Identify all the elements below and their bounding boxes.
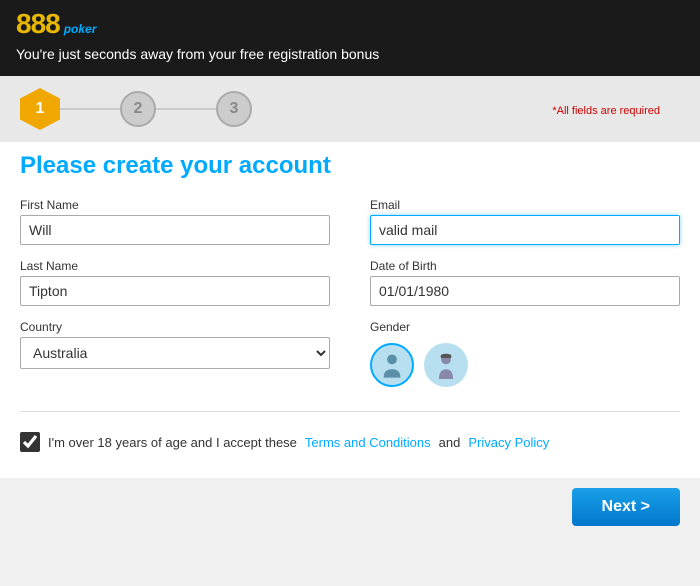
step-1-label: 1	[36, 100, 45, 118]
logo-888: 888	[16, 10, 60, 38]
left-column: First Name Last Name Country Australia U…	[20, 198, 330, 397]
terms-text-before: I'm over 18 years of age and I accept th…	[48, 435, 297, 450]
gender-label: Gender	[370, 320, 680, 334]
step-connector-2	[156, 108, 216, 110]
dob-label: Date of Birth	[370, 259, 680, 273]
header-tagline: You're just seconds away from your free …	[16, 44, 684, 62]
email-group: Email	[370, 198, 680, 245]
first-name-input[interactable]	[20, 215, 330, 245]
divider	[20, 411, 680, 412]
header: 888 poker You're just seconds away from …	[0, 0, 700, 76]
terms-checkbox[interactable]	[20, 432, 40, 452]
gender-group: Gender	[370, 320, 680, 387]
right-column: Email Date of Birth Gender	[370, 198, 680, 397]
step-connector-1	[60, 108, 120, 110]
last-name-group: Last Name	[20, 259, 330, 306]
last-name-input[interactable]	[20, 276, 330, 306]
logo-poker: poker	[64, 22, 97, 36]
last-name-label: Last Name	[20, 259, 330, 273]
gender-row	[370, 343, 680, 387]
privacy-policy-link[interactable]: Privacy Policy	[468, 435, 549, 450]
country-select[interactable]: Australia United States United Kingdom C…	[20, 337, 330, 369]
country-label: Country	[20, 320, 330, 334]
required-note: *All fields are required	[552, 101, 680, 117]
step-1[interactable]: 1	[20, 88, 60, 130]
step-2[interactable]: 2	[120, 91, 156, 127]
next-button[interactable]: Next >	[572, 488, 680, 526]
step-3[interactable]: 3	[216, 91, 252, 127]
logo-area: 888 poker	[16, 10, 684, 38]
gender-female-button[interactable]	[424, 343, 468, 387]
step-2-label: 2	[134, 100, 143, 118]
country-group: Country Australia United States United K…	[20, 320, 330, 369]
terms-text-middle: and	[439, 435, 461, 450]
logo: 888 poker	[16, 10, 96, 38]
step-3-label: 3	[230, 100, 239, 118]
bottom-area: Next >	[0, 478, 700, 536]
email-label: Email	[370, 198, 680, 212]
dob-input[interactable]	[370, 276, 680, 306]
steps-bar: 1 2 3 *All fields are required	[0, 76, 700, 142]
terms-and-conditions-link[interactable]: Terms and Conditions	[305, 435, 431, 450]
gender-male-button[interactable]	[370, 343, 414, 387]
first-name-group: First Name	[20, 198, 330, 245]
email-input[interactable]	[370, 215, 680, 245]
dob-group: Date of Birth	[370, 259, 680, 306]
main-content: Please create your account First Name La…	[0, 142, 700, 478]
terms-row: I'm over 18 years of age and I accept th…	[20, 426, 680, 458]
page-title: Please create your account	[20, 152, 680, 180]
form-columns: First Name Last Name Country Australia U…	[20, 198, 680, 397]
first-name-label: First Name	[20, 198, 330, 212]
